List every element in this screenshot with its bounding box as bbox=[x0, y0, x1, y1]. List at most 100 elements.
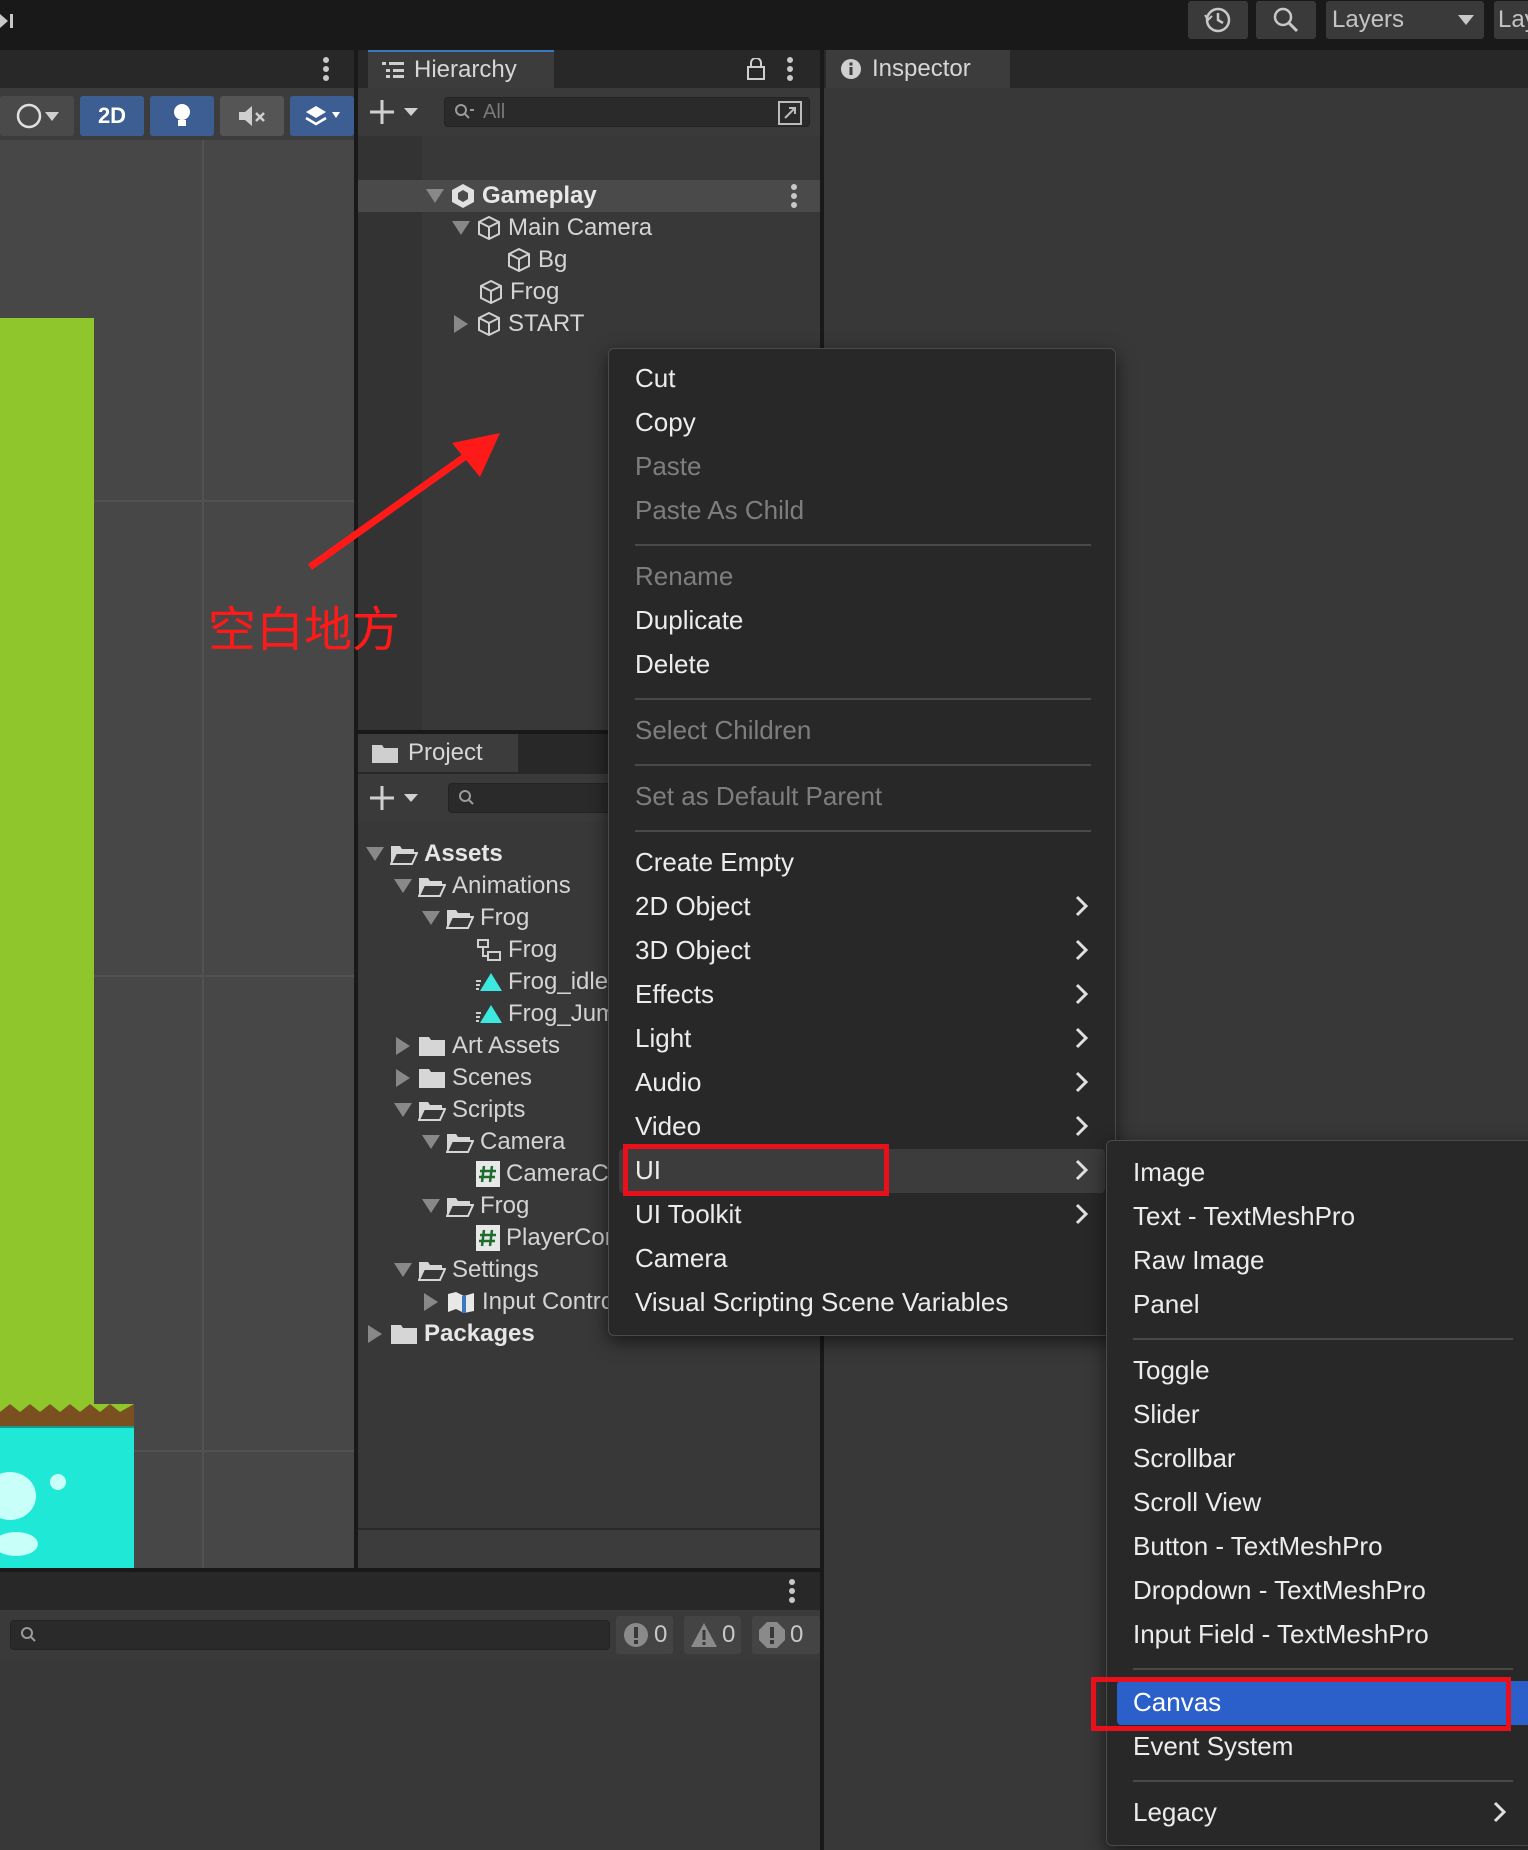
play-step-icon[interactable] bbox=[0, 8, 16, 34]
submenu-item-toggle[interactable]: Toggle bbox=[1133, 1351, 1210, 1389]
audio-toggle[interactable] bbox=[220, 96, 284, 136]
expand-arrow-icon[interactable] bbox=[452, 221, 470, 235]
menu-item-light[interactable]: Light bbox=[635, 1019, 691, 1057]
menu-item-select-children[interactable]: Select Children bbox=[635, 711, 811, 749]
more-options-icon[interactable] bbox=[786, 56, 794, 82]
menu-item-rename[interactable]: Rename bbox=[635, 557, 733, 595]
submenu-item-panel[interactable]: Panel bbox=[1133, 1285, 1200, 1323]
tree-item-animations[interactable]: Animations bbox=[394, 870, 571, 902]
menu-item-paste-as-child[interactable]: Paste As Child bbox=[635, 491, 804, 529]
console-search-input[interactable] bbox=[10, 1620, 610, 1650]
layout-dropdown[interactable]: Layout bbox=[1494, 1, 1528, 39]
collapse-arrow-icon[interactable] bbox=[396, 1037, 412, 1055]
warning-count-toggle[interactable]: 0 bbox=[684, 1616, 742, 1654]
submenu-item-scrollbar[interactable]: Scrollbar bbox=[1133, 1439, 1236, 1477]
submenu-item-image[interactable]: Image bbox=[1133, 1153, 1205, 1191]
tree-item-settings[interactable]: Settings bbox=[394, 1254, 539, 1286]
menu-item-video[interactable]: Video bbox=[635, 1107, 701, 1145]
grid-line bbox=[202, 140, 204, 1568]
submenu-item-text-tmp[interactable]: Text - TextMeshPro bbox=[1133, 1197, 1355, 1235]
menu-item-paste[interactable]: Paste bbox=[635, 447, 702, 485]
submenu-item-scroll-view[interactable]: Scroll View bbox=[1133, 1483, 1261, 1521]
layers-dropdown[interactable]: Layers bbox=[1326, 1, 1484, 39]
submenu-item-dropdown-tmp[interactable]: Dropdown - TextMeshPro bbox=[1133, 1571, 1426, 1609]
log-count-toggle[interactable]: 0 bbox=[616, 1616, 674, 1654]
tree-item-input-controls[interactable]: Input Controls bbox=[424, 1286, 631, 1318]
expand-arrow-icon[interactable] bbox=[422, 911, 440, 925]
expand-arrow-icon[interactable] bbox=[422, 1199, 440, 1213]
lighting-toggle[interactable] bbox=[150, 96, 214, 136]
item-label: Camera bbox=[480, 1128, 566, 1155]
tab-inspector[interactable]: Inspector bbox=[826, 50, 1010, 88]
hierarchy-item-start[interactable]: START bbox=[454, 308, 584, 340]
hierarchy-item-bg[interactable]: Bg bbox=[506, 244, 567, 276]
tree-item-scripts[interactable]: Scripts bbox=[394, 1094, 525, 1126]
warning-count: 0 bbox=[722, 1621, 736, 1648]
menu-item-camera[interactable]: Camera bbox=[635, 1239, 727, 1277]
scene-view[interactable]: 2D bbox=[0, 50, 354, 1568]
menu-item-copy[interactable]: Copy bbox=[635, 403, 696, 441]
create-dropdown-button[interactable] bbox=[370, 98, 422, 126]
menu-item-2d-object[interactable]: 2D Object bbox=[635, 887, 751, 925]
more-options-icon[interactable] bbox=[788, 1578, 796, 1604]
menu-item-duplicate[interactable]: Duplicate bbox=[635, 601, 743, 639]
tab-project[interactable]: Project bbox=[358, 734, 518, 772]
lock-icon[interactable] bbox=[746, 58, 766, 80]
history-button[interactable] bbox=[1188, 1, 1248, 39]
tab-hierarchy-label: Hierarchy bbox=[414, 56, 517, 83]
tree-item-camera-folder[interactable]: Camera bbox=[422, 1126, 565, 1158]
mode-2d-toggle[interactable]: 2D bbox=[80, 96, 144, 136]
tree-item-art-assets[interactable]: Art Assets bbox=[396, 1030, 560, 1062]
tree-item-scenes[interactable]: Scenes bbox=[396, 1062, 532, 1094]
tree-item-frog-jump[interactable]: Frog_Jump bbox=[476, 998, 629, 1030]
tree-item-frog-folder[interactable]: Frog bbox=[422, 902, 529, 934]
collapse-arrow-icon[interactable] bbox=[368, 1325, 384, 1343]
warning-icon bbox=[690, 1622, 718, 1648]
menu-item-audio[interactable]: Audio bbox=[635, 1063, 702, 1101]
submenu-item-raw-image[interactable]: Raw Image bbox=[1133, 1241, 1265, 1279]
menu-item-set-default-parent[interactable]: Set as Default Parent bbox=[635, 777, 882, 815]
expand-arrow-icon[interactable] bbox=[426, 189, 444, 203]
menu-item-ui-toolkit[interactable]: UI Toolkit bbox=[635, 1195, 741, 1233]
tree-item-packages[interactable]: Packages bbox=[368, 1318, 535, 1350]
submenu-item-event-system[interactable]: Event System bbox=[1133, 1727, 1293, 1765]
more-options-icon[interactable] bbox=[790, 183, 798, 209]
expand-arrow-icon[interactable] bbox=[394, 1263, 412, 1277]
expand-arrow-icon[interactable] bbox=[366, 847, 384, 861]
error-count-toggle[interactable]: 0 bbox=[752, 1616, 820, 1654]
more-options-icon[interactable] bbox=[322, 56, 330, 82]
tree-item-assets[interactable]: Assets bbox=[366, 838, 503, 870]
search-button[interactable] bbox=[1256, 1, 1316, 39]
hierarchy-item-frog[interactable]: Frog bbox=[478, 276, 559, 308]
menu-item-delete[interactable]: Delete bbox=[635, 645, 710, 683]
expand-arrow-icon[interactable] bbox=[394, 1103, 412, 1117]
console-panel[interactable]: 0 0 0 bbox=[0, 1572, 820, 1850]
hierarchy-search-input[interactable]: All bbox=[444, 97, 810, 127]
menu-item-cut[interactable]: Cut bbox=[635, 359, 675, 397]
expand-arrow-icon[interactable] bbox=[422, 1135, 440, 1149]
submenu-item-slider[interactable]: Slider bbox=[1133, 1395, 1199, 1433]
collapse-arrow-icon[interactable] bbox=[424, 1293, 440, 1311]
ui-submenu: Image Text - TextMeshPro Raw Image Panel… bbox=[1091, 1140, 1528, 1846]
tree-item-frog-controller[interactable]: Frog bbox=[476, 934, 557, 966]
collapse-arrow-icon[interactable] bbox=[396, 1069, 412, 1087]
collapse-arrow-icon[interactable] bbox=[454, 315, 470, 333]
hierarchy-item-main-camera[interactable]: Main Camera bbox=[452, 212, 652, 244]
effects-toggle[interactable] bbox=[290, 96, 354, 136]
menu-item-visual-scripting[interactable]: Visual Scripting Scene Variables bbox=[635, 1283, 1008, 1321]
menu-item-3d-object[interactable]: 3D Object bbox=[635, 931, 751, 969]
draw-mode-dropdown[interactable] bbox=[0, 96, 74, 136]
menu-item-create-empty[interactable]: Create Empty bbox=[635, 843, 794, 881]
menu-item-effects[interactable]: Effects bbox=[635, 975, 714, 1013]
menu-separator bbox=[1133, 1780, 1513, 1782]
submenu-item-input-field-tmp[interactable]: Input Field - TextMeshPro bbox=[1133, 1615, 1429, 1653]
scene-header-row[interactable]: Gameplay bbox=[358, 180, 820, 212]
tab-hierarchy[interactable]: Hierarchy bbox=[368, 50, 554, 88]
tree-item-frog-idle[interactable]: Frog_idle bbox=[476, 966, 608, 998]
open-search-window-icon[interactable] bbox=[777, 100, 803, 126]
expand-arrow-icon[interactable] bbox=[394, 879, 412, 893]
tree-item-frog-scripts-folder[interactable]: Frog bbox=[422, 1190, 529, 1222]
submenu-item-legacy[interactable]: Legacy bbox=[1133, 1793, 1217, 1831]
submenu-item-button-tmp[interactable]: Button - TextMeshPro bbox=[1133, 1527, 1383, 1565]
create-dropdown-button[interactable] bbox=[370, 784, 422, 812]
